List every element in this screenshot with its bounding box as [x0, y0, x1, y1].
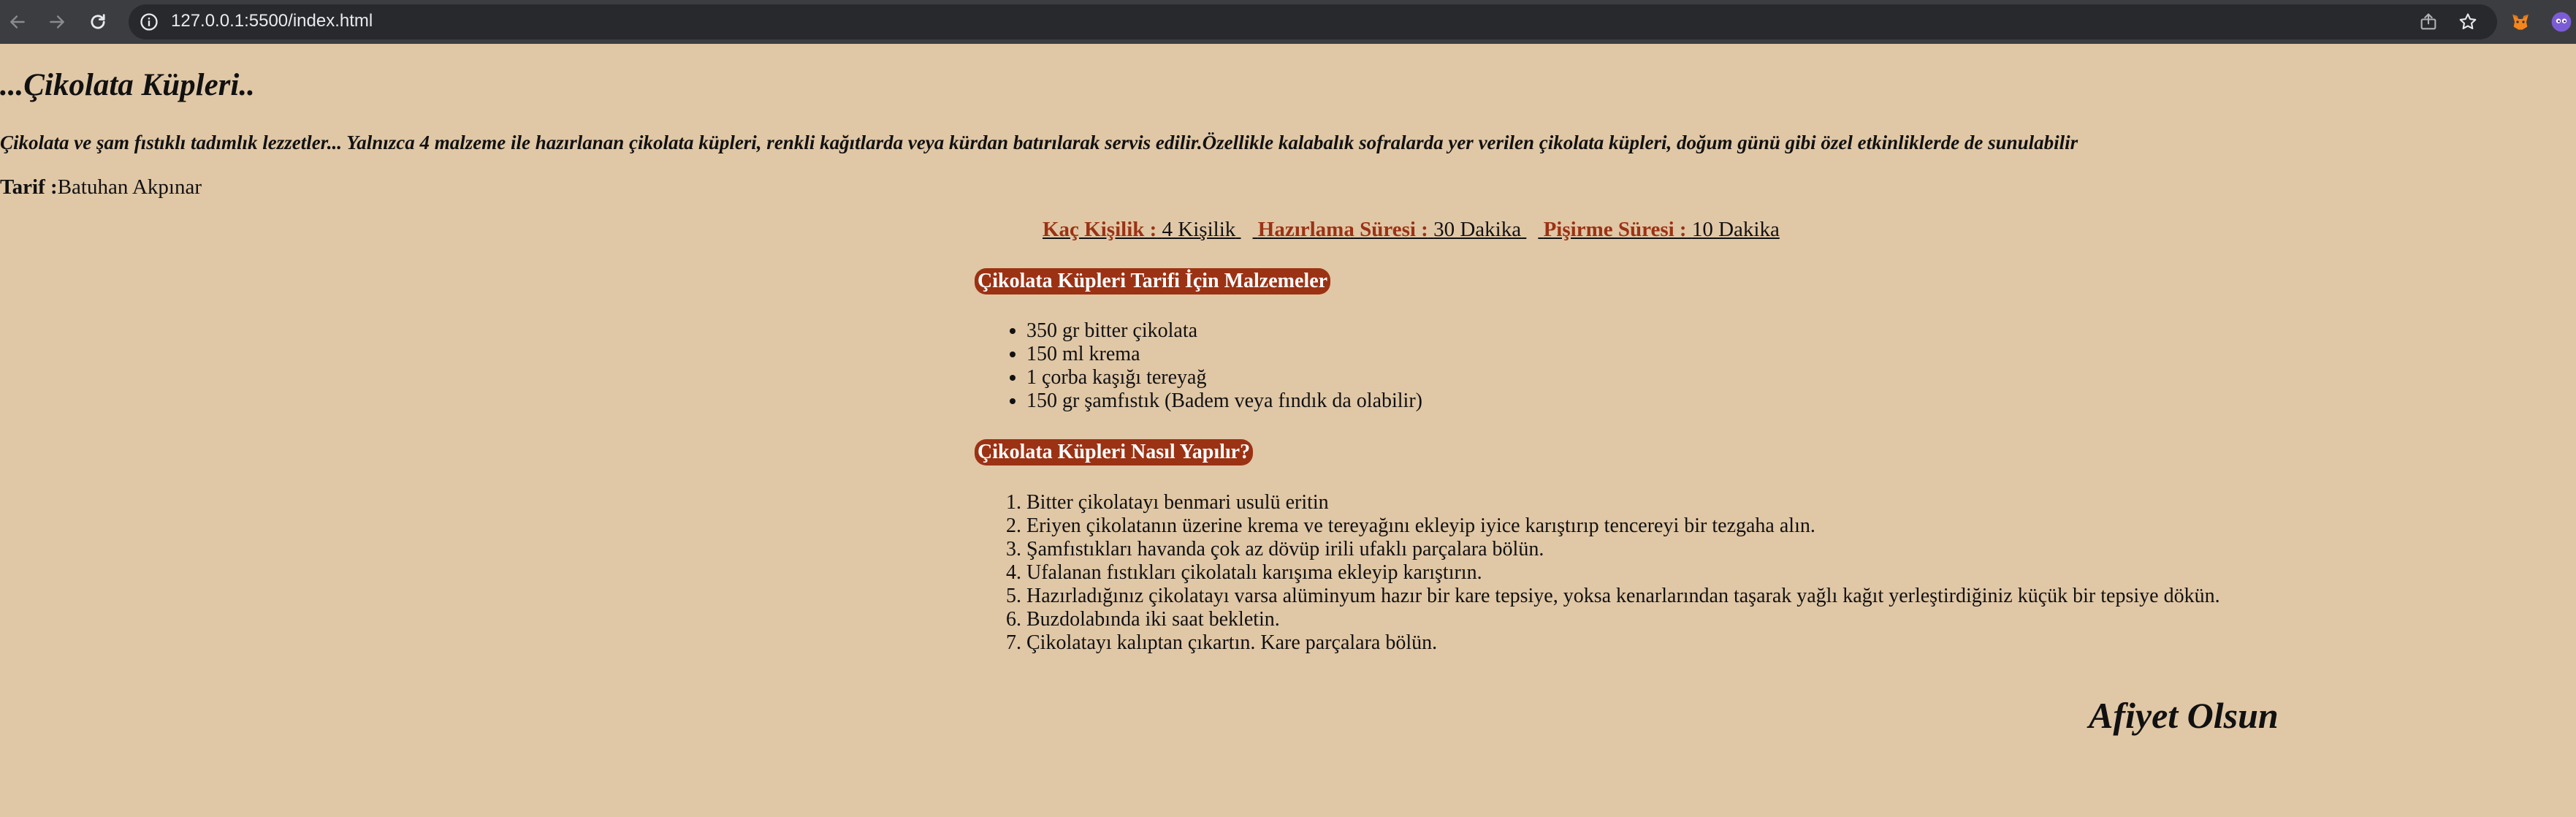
cook-time-label: Pişirme Süresi : [1543, 218, 1687, 241]
step-item: Eriyen çikolatanın üzerine krema ve tere… [1026, 514, 2220, 538]
ingredient-item: 150 ml krema [1026, 343, 1422, 366]
ingredients-list: 350 gr bitter çikolata 150 ml krema 1 ço… [975, 319, 1422, 413]
page-title: ...Çikolata Küpleri.. [0, 68, 255, 102]
ingredient-item: 350 gr bitter çikolata [1026, 319, 1422, 343]
share-icon[interactable] [2418, 12, 2439, 32]
metamask-fox-icon[interactable] [2509, 10, 2532, 34]
author-name: Batuhan Akpınar [57, 175, 202, 199]
prep-time-label: Hazırlama Süresi : [1257, 218, 1428, 241]
servings-label: Kaç Kişilik : [1043, 218, 1157, 241]
cook-time-value: 10 Dakika [1691, 218, 1780, 241]
forward-button[interactable] [45, 10, 69, 34]
step-item: Bitter çikolatayı benmari usulü eritin [1026, 491, 2220, 514]
back-arrow-icon [10, 15, 25, 28]
extension-icon[interactable] [2550, 10, 2573, 34]
author-label: Tarif : [0, 175, 58, 199]
step-item: Buzdolabında iki saat bekletin. [1026, 608, 2220, 631]
servings-value: 4 Kişilik [1162, 218, 1236, 241]
step-item: Çikolatayı kalıptan çıkartın. Kare parça… [1026, 631, 2220, 655]
recipe-meta: Kaç Kişilik : 4 Kişilik Hazırlama Süresi… [1043, 218, 1780, 242]
steps-heading: Çikolata Küpleri Nasıl Yapılır? [975, 439, 1254, 466]
url-text[interactable]: 127.0.0.1:5500/index.html [171, 11, 373, 31]
reload-icon [91, 14, 105, 29]
forward-arrow-icon [50, 15, 64, 28]
step-item: Şamfıstıkları havanda çok az dövüp irili… [1026, 538, 2220, 561]
recipe-author: Tarif :Batuhan Akpınar [0, 175, 202, 200]
prep-time-value: 30 Dakika [1433, 218, 1522, 241]
address-bar[interactable]: 127.0.0.1:5500/index.html [129, 4, 2497, 39]
site-info-icon[interactable] [139, 12, 159, 32]
bookmark-star-icon[interactable] [2458, 12, 2478, 32]
back-button[interactable] [6, 10, 29, 34]
recipe-intro: Çikolata ve şam fıstıklı tadımlık lezzet… [0, 132, 2078, 153]
closing-text: Afiyet Olsun [2089, 695, 2279, 736]
step-item: Ufalanan fıstıkları çikolatalı karışıma … [1026, 561, 2220, 585]
ingredient-item: 150 gr şamfıstık (Badem veya fındık da o… [1026, 390, 1422, 413]
step-item: Hazırladığınız çikolatayı varsa alüminyu… [1026, 585, 2220, 608]
browser-toolbar: 127.0.0.1:5500/index.html [0, 0, 2576, 44]
steps-list: Bitter çikolatayı benmari usulü eritin E… [975, 491, 2220, 655]
reload-button[interactable] [86, 10, 110, 34]
ingredient-item: 1 çorba kaşığı tereyağ [1026, 366, 1422, 390]
ingredients-heading: Çikolata Küpleri Tarifi İçin Malzemeler [975, 268, 1331, 294]
